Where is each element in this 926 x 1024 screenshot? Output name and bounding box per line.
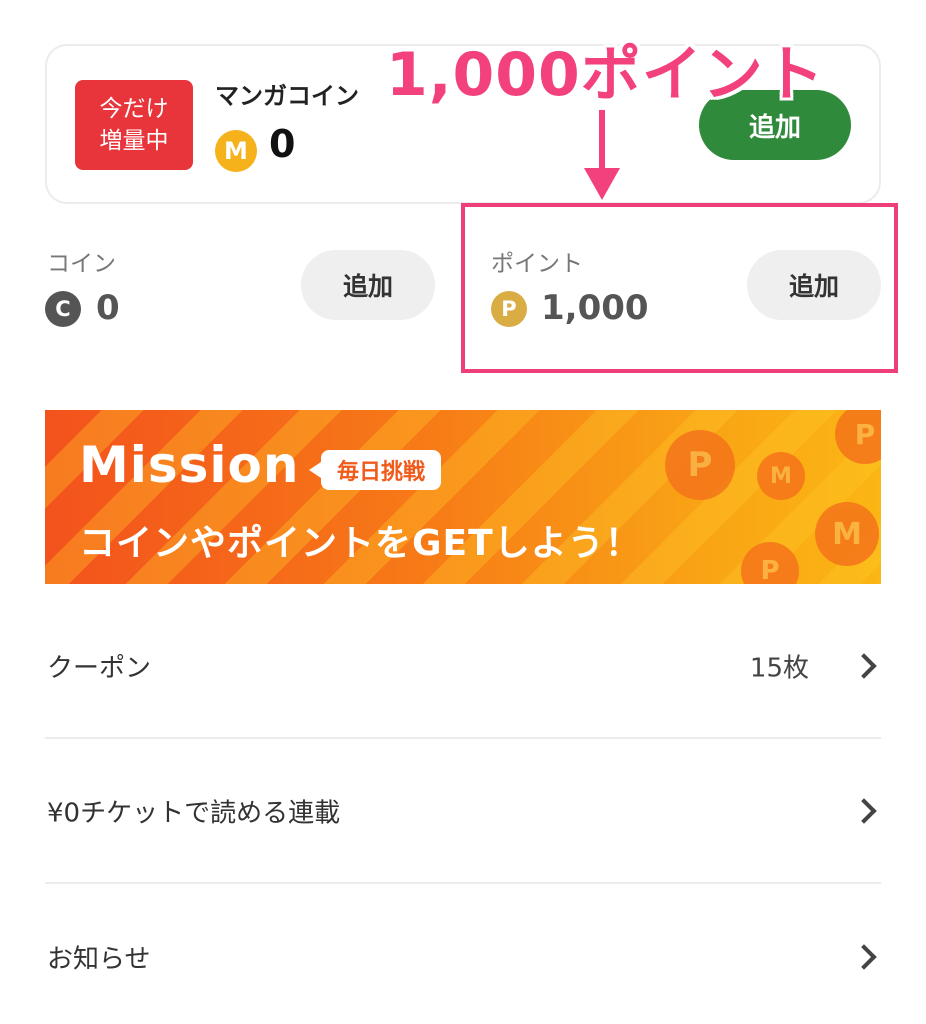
chevron-right-icon <box>851 797 877 824</box>
chevron-right-icon <box>851 943 877 970</box>
banner-subtitle: コインやポイントをGETしよう！ <box>79 523 642 564</box>
annotation-arrow-shaft <box>599 110 605 172</box>
banner-manga-coin-icon: M <box>757 452 805 500</box>
point-highlight-frame <box>461 203 898 373</box>
manga-coin-amount: 0 <box>269 122 296 166</box>
badge-line-2: 増量中 <box>99 128 169 154</box>
banner-point-coin-icon: P <box>665 430 735 500</box>
manga-coin-icon: M <box>215 130 257 172</box>
badge-line-1: 今だけ <box>99 96 169 122</box>
menu-item-coupon[interactable]: クーポン 15枚 <box>45 594 881 739</box>
mission-banner[interactable]: P M P M P Mission 毎日挑戦 コインやポイントをGETしよう！ <box>45 410 881 584</box>
banner-title: Mission <box>79 436 300 494</box>
coin-label: コイン <box>47 251 116 277</box>
add-coin-button[interactable]: 追加 <box>301 250 435 320</box>
coupon-count: 15枚 <box>749 653 809 683</box>
menu-item-label: ¥0チケットで読める連載 <box>47 798 341 828</box>
banner-manga-coin-icon: M <box>815 502 879 566</box>
menu-item-label: お知らせ <box>47 944 151 974</box>
limited-increase-badge: 今だけ 増量中 <box>75 80 193 170</box>
manga-coin-label: マンガコイン <box>215 82 359 110</box>
coin-icon: C <box>45 291 81 327</box>
banner-daily-tag: 毎日挑戦 <box>308 450 442 490</box>
chevron-right-icon <box>851 652 877 679</box>
coin-amount: 0 <box>96 288 120 328</box>
menu-item-free-ticket-series[interactable]: ¥0チケットで読める連載 <box>45 739 881 884</box>
annotation-title: 1,000ポイント <box>386 40 825 110</box>
menu-item-notices[interactable]: お知らせ <box>45 884 881 1024</box>
annotation-arrow-down-icon <box>584 168 620 200</box>
menu-item-label: クーポン <box>47 653 152 683</box>
